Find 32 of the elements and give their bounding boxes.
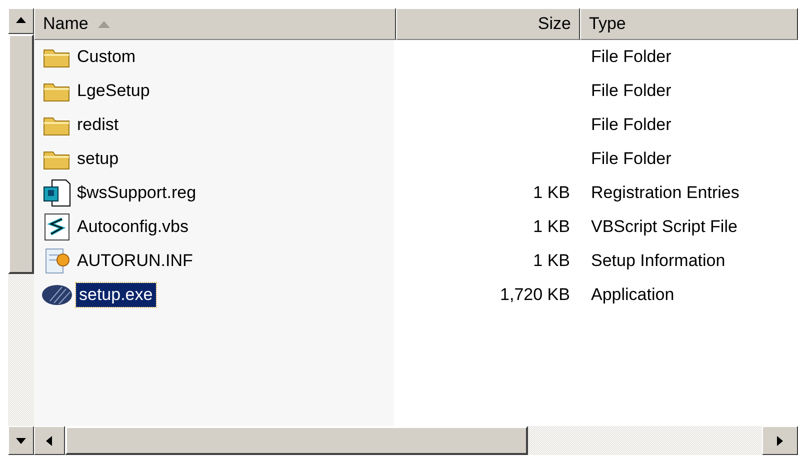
file-type: VBScript Script File bbox=[590, 217, 738, 237]
file-type: File Folder bbox=[590, 115, 672, 135]
file-name[interactable]: $wsSupport.reg bbox=[74, 181, 200, 205]
file-name[interactable]: LgeSetup bbox=[74, 79, 153, 103]
scroll-right-button[interactable] bbox=[762, 426, 798, 455]
file-name[interactable]: Autoconfig.vbs bbox=[74, 215, 192, 239]
file-size: 1 KB bbox=[533, 251, 571, 271]
file-name[interactable]: setup.exe bbox=[76, 283, 156, 307]
scroll-thumb[interactable] bbox=[65, 426, 528, 455]
file-size: 1 KB bbox=[533, 183, 571, 203]
registry-file-icon bbox=[42, 179, 72, 207]
scroll-down-button[interactable] bbox=[8, 426, 34, 455]
scroll-left-button[interactable] bbox=[34, 426, 65, 455]
scroll-up-button[interactable] bbox=[8, 8, 34, 34]
file-size: 1,720 KB bbox=[500, 285, 571, 305]
column-header[interactable]: Name bbox=[34, 8, 396, 40]
file-name[interactable]: Custom bbox=[74, 45, 139, 69]
file-size: 1 KB bbox=[533, 217, 571, 237]
application-icon bbox=[42, 283, 74, 307]
column-header[interactable]: Size bbox=[396, 8, 580, 40]
file-type: File Folder bbox=[590, 149, 672, 169]
file-type: File Folder bbox=[590, 81, 672, 101]
script-file-icon bbox=[42, 213, 72, 241]
column-header[interactable]: Type bbox=[580, 8, 798, 40]
file-name[interactable]: setup bbox=[74, 147, 122, 171]
file-type: Setup Information bbox=[590, 251, 726, 271]
file-name[interactable]: AUTORUN.INF bbox=[74, 249, 196, 273]
file-type: File Folder bbox=[590, 47, 672, 67]
file-name[interactable]: redist bbox=[74, 113, 122, 137]
scroll-thumb[interactable] bbox=[8, 34, 34, 274]
file-type: Registration Entries bbox=[590, 183, 740, 203]
file-type: Application bbox=[590, 285, 676, 305]
